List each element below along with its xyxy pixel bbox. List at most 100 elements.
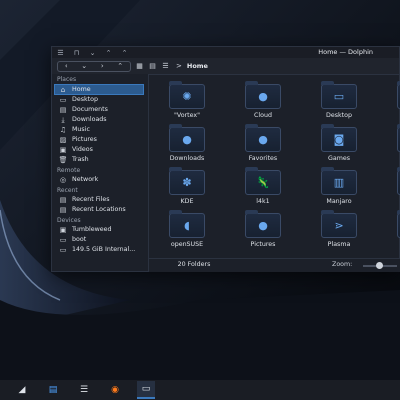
folder-label: Plasma (327, 241, 351, 248)
sidebar-item-label: Recent Files (72, 196, 110, 203)
folder-icon: ● (169, 124, 205, 152)
folder-icon: ● (245, 124, 281, 152)
sidebar-item-recent-locations[interactable]: ▤ Recent Locations (52, 205, 148, 215)
folder-item[interactable]: ● Cloud (225, 78, 297, 124)
files-icon[interactable]: ▤ (44, 382, 62, 398)
sidebar-item-documents[interactable]: ▤ Documents (52, 105, 148, 115)
breadcrumb-home[interactable]: Home (187, 62, 208, 70)
back-history-icon[interactable]: ⌄ (81, 62, 87, 70)
sidebar-item-music[interactable]: ♫ Music (52, 125, 148, 135)
sidebar-item-pictures[interactable]: ▨ Pictures (52, 135, 148, 145)
icons-view-icon[interactable]: ▦ (135, 62, 144, 71)
download-icon: ● (182, 133, 192, 146)
compact-view-icon[interactable]: ▤ (148, 62, 157, 71)
folder-icon: ◙ (321, 124, 357, 152)
sidebar-item-label: boot (72, 236, 87, 243)
sidebar-item-label: Home (72, 85, 91, 93)
sidebar-item-boot[interactable]: ▭ boot (52, 235, 148, 245)
details-view-icon[interactable]: ☰ (161, 62, 170, 71)
folder-label: Desktop (326, 112, 352, 119)
folder-view[interactable]: ✺ "Vortex" ● Cloud ▭ Desktop De ● Downloads ● Favo… (149, 74, 400, 264)
desktop-icon: ▭ (333, 90, 345, 103)
forward-button[interactable]: › (101, 62, 104, 70)
dolphin-window[interactable]: ☰ ⊓ ⌄ ⌃ ⌃ Home — Dolphin ‹ ⌄ › ⌃ ▦ ▤ ☰ >… (51, 46, 400, 272)
home-icon: ⌂ (60, 85, 66, 94)
sidebar-item-label: Pictures (72, 136, 97, 143)
window-menu-icon[interactable]: ☰ (56, 49, 65, 57)
firefox-icon[interactable]: ◉ (106, 382, 124, 398)
folder-item[interactable] (377, 164, 400, 210)
keep-above-icon[interactable]: ⊓ (72, 49, 81, 57)
folder-item[interactable] (377, 207, 400, 253)
recent-files-icon: ▤ (59, 196, 67, 204)
folder-item[interactable]: ⋗ Plasma (301, 207, 373, 253)
pictures-icon: ▨ (59, 136, 67, 144)
sidebar-item-desktop[interactable]: ▭ Desktop (52, 95, 148, 105)
navigation-buttons: ‹ ⌄ › ⌃ (57, 60, 131, 72)
folder-label: Downloads (169, 155, 205, 162)
sidebar-item-trash[interactable]: 🗑 Trash (52, 155, 148, 165)
folder-label: De (377, 112, 400, 119)
sidebar-item-label: Videos (72, 146, 93, 153)
folder-label: KDE (180, 198, 194, 205)
sidebar-item-label: Recent Locations (72, 206, 126, 213)
sidebar-item-label: Tumbleweed (72, 226, 112, 233)
zoom-slider-handle[interactable] (376, 262, 383, 269)
documents-icon: ▤ (59, 106, 67, 114)
folder-item[interactable]: ▥ Manjaro (301, 164, 373, 210)
folder-item[interactable]: ◙ Games (301, 121, 373, 167)
folder-item[interactable]: De (377, 78, 400, 124)
opensuse-icon: ◖ (184, 219, 190, 232)
sidebar-item-videos[interactable]: ▣ Videos (52, 145, 148, 155)
folder-item[interactable] (377, 121, 400, 167)
folder-item[interactable]: 🦎 l4k1 (225, 164, 297, 210)
sidebar-section-header: Places (57, 76, 77, 83)
folder-label: Pictures (250, 241, 276, 248)
places-sidebar: Places ⌂ Home ▭ Desktop ▤ Documents ⤓ Downloads ♫… (52, 74, 149, 271)
toolbar: ‹ ⌄ › ⌃ ▦ ▤ ☰ > Home (52, 58, 399, 75)
sidebar-item-downloads[interactable]: ⤓ Downloads (52, 115, 148, 125)
maximize-icon[interactable]: ⌃ (104, 49, 113, 57)
trash-icon: 🗑 (58, 156, 68, 164)
sidebar-item-home[interactable]: ⌂ Home (54, 84, 144, 95)
drive-icon: ▣ (59, 226, 67, 234)
sidebar-item-label: Downloads (72, 116, 107, 123)
sidebar-item-label: Documents (72, 106, 108, 113)
shade-icon[interactable]: ⌃ (120, 49, 129, 57)
sidebar-item-network[interactable]: ◎ Network (52, 175, 148, 185)
minimize-icon[interactable]: ⌄ (88, 49, 97, 57)
folder-item[interactable]: ✺ "Vortex" (149, 78, 221, 124)
manjaro-icon: ▥ (333, 176, 345, 189)
status-bar: 20 Folders Zoom: (149, 258, 400, 272)
sidebar-item-label: Music (72, 126, 90, 133)
back-button[interactable]: ‹ (65, 62, 68, 70)
lizard-icon: 🦎 (256, 176, 270, 189)
folder-label: Games (327, 155, 351, 162)
folder-icon: ✺ (169, 81, 205, 109)
folder-icon: ● (245, 210, 281, 238)
sidebar-item-149-5-gib-internal[interactable]: ▭ 149.5 GiB Internal... (52, 245, 148, 255)
folder-item[interactable]: ● Favorites (225, 121, 297, 167)
dolphin-task[interactable]: ▭ (137, 381, 155, 399)
system-settings-icon[interactable]: ☰ (75, 382, 93, 398)
window-title: Home — Dolphin (318, 48, 373, 56)
folder-item[interactable]: ◖ openSUSE (149, 207, 221, 253)
sidebar-section-header: Recent (57, 187, 78, 194)
folder-icon: ● (245, 81, 281, 109)
folder-icon: ▥ (321, 167, 357, 195)
up-button[interactable]: ⌃ (117, 62, 123, 70)
titlebar[interactable]: ☰ ⊓ ⌄ ⌃ ⌃ Home — Dolphin (52, 47, 399, 58)
sidebar-item-tumbleweed[interactable]: ▣ Tumbleweed (52, 225, 148, 235)
folder-label: Favorites (248, 155, 278, 162)
folder-item[interactable]: ● Pictures (225, 207, 297, 253)
zoom-label: Zoom: (332, 261, 353, 268)
folder-icon: ▭ (321, 81, 357, 109)
sidebar-item-recent-files[interactable]: ▤ Recent Files (52, 195, 148, 205)
folder-item[interactable]: ▭ Desktop (301, 78, 373, 124)
favorites-icon: ● (258, 133, 268, 146)
folder-item[interactable]: ✽ KDE (149, 164, 221, 210)
folder-icon: ◖ (169, 210, 205, 238)
folder-item[interactable]: ● Downloads (149, 121, 221, 167)
app-launcher-icon[interactable]: ◢ (13, 382, 31, 398)
videos-icon: ▣ (59, 146, 67, 154)
